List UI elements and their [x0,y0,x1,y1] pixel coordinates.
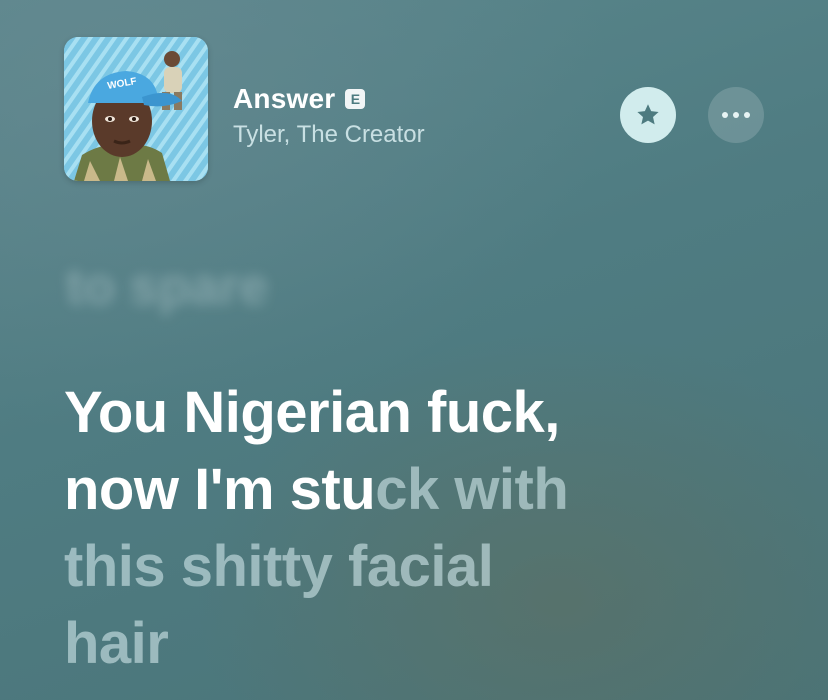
current-lyric[interactable]: You Nigerian fuck, now I'm stuck with th… [64,374,764,682]
lyric-sung-text: You Nigerian fuck, [64,380,560,445]
lyric-line: hair [64,605,764,682]
more-options-button[interactable] [708,87,764,143]
track-meta: Answer E Tyler, The Creator [233,83,425,149]
track-title[interactable]: Answer [233,83,335,115]
explicit-badge: E [345,89,366,109]
album-art[interactable]: WOLF [64,37,208,181]
now-playing-header: WOLF Answer E Tyler, The Creator [64,37,764,181]
star-icon [637,104,659,125]
lyric-unsung-text: ck with [375,457,569,522]
previous-lyric-line: to spare [66,258,269,316]
lyric-unsung-text: this shitty facial [64,534,494,599]
lyric-unsung-text: hair [64,611,169,676]
favorite-button[interactable] [620,87,676,143]
lyric-line: You Nigerian fuck, [64,374,764,451]
lyric-sung-text: now I'm stu [64,457,376,522]
lyric-line: now I'm stuck with [64,451,764,528]
ellipsis-icon [722,112,750,118]
track-artist[interactable]: Tyler, The Creator [233,121,425,149]
lyric-line: this shitty facial [64,528,764,605]
